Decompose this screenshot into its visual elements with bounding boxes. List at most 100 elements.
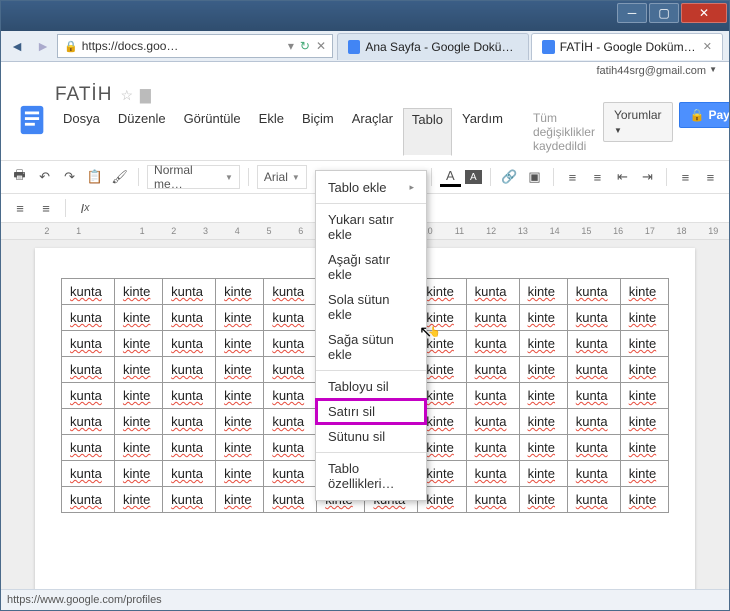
indent-icon[interactable]: ⇥ (637, 166, 658, 188)
table-cell[interactable]: kinte (519, 409, 567, 435)
table-cell[interactable]: kinte (620, 357, 668, 383)
table-cell[interactable]: kunta (264, 331, 317, 357)
menu-tablo[interactable]: Tablo (403, 108, 452, 156)
table-cell[interactable]: kunta (264, 461, 317, 487)
paint-format-icon[interactable]: 🖌 (109, 166, 130, 188)
stop-icon[interactable]: ✕ (316, 39, 326, 53)
table-cell[interactable]: kunta (163, 305, 216, 331)
folder-icon[interactable]: ▇ (140, 87, 152, 104)
table-cell[interactable]: kinte (620, 331, 668, 357)
table-cell[interactable]: kinte (519, 383, 567, 409)
table-cell[interactable]: kinte (620, 435, 668, 461)
user-email[interactable]: fatih44srg@gmail.com (596, 65, 706, 77)
table-cell[interactable]: kunta (62, 461, 115, 487)
menu-yukari-satir[interactable]: Yukarı satır ekle (316, 207, 426, 247)
menu-tabloyu-sil[interactable]: Tabloyu sil (316, 374, 426, 399)
table-cell[interactable]: kunta (264, 383, 317, 409)
align-justify-icon[interactable]: ≡ (675, 166, 696, 188)
table-cell[interactable]: kunta (567, 305, 620, 331)
table-cell[interactable]: kunta (264, 409, 317, 435)
table-cell[interactable]: kunta (466, 305, 519, 331)
table-cell[interactable]: kinte (620, 305, 668, 331)
redo-icon[interactable]: ↷ (59, 166, 80, 188)
window-minimize[interactable]: ─ (617, 3, 647, 23)
numbered-list-icon[interactable]: ≡ (562, 166, 583, 188)
table-cell[interactable]: kunta (466, 487, 519, 513)
table-cell[interactable]: kunta (163, 383, 216, 409)
table-cell[interactable]: kinte (216, 461, 264, 487)
table-cell[interactable]: kunta (264, 305, 317, 331)
table-cell[interactable]: kinte (216, 383, 264, 409)
table-cell[interactable]: kinte (216, 331, 264, 357)
table-cell[interactable]: kunta (567, 487, 620, 513)
menu-araclar[interactable]: Araçlar (344, 108, 401, 156)
table-cell[interactable]: kinte (114, 383, 162, 409)
align-left-icon[interactable]: ≡ (9, 197, 31, 219)
table-cell[interactable]: kinte (620, 383, 668, 409)
url-field[interactable]: 🔒 https://docs.goo… ▾ ↻ ✕ (57, 34, 333, 58)
table-cell[interactable]: kunta (264, 279, 317, 305)
clear-format-icon[interactable]: Ix (74, 197, 96, 219)
undo-icon[interactable]: ↶ (34, 166, 55, 188)
nav-back-icon[interactable]: ◄ (5, 34, 29, 58)
table-cell[interactable]: kunta (62, 305, 115, 331)
table-cell[interactable]: kunta (62, 435, 115, 461)
table-cell[interactable]: kunta (567, 357, 620, 383)
menu-sutunu-sil[interactable]: Sütunu sil (316, 424, 426, 449)
table-cell[interactable]: kinte (620, 409, 668, 435)
table-cell[interactable]: kunta (62, 357, 115, 383)
table-cell[interactable]: kunta (466, 357, 519, 383)
window-maximize[interactable]: ▢ (649, 3, 679, 23)
table-cell[interactable]: kunta (163, 357, 216, 383)
table-cell[interactable]: kinte (620, 487, 668, 513)
menu-asagi-satir[interactable]: Aşağı satır ekle (316, 247, 426, 287)
tab-close-icon[interactable]: ✕ (703, 40, 712, 53)
table-cell[interactable]: kunta (264, 435, 317, 461)
table-cell[interactable]: kinte (519, 357, 567, 383)
table-cell[interactable]: kinte (519, 461, 567, 487)
table-cell[interactable]: kunta (163, 461, 216, 487)
table-cell[interactable]: kunta (466, 331, 519, 357)
table-cell[interactable]: kinte (216, 305, 264, 331)
table-cell[interactable]: kunta (567, 331, 620, 357)
table-cell[interactable]: kunta (163, 409, 216, 435)
table-cell[interactable]: kunta (62, 279, 115, 305)
print-icon[interactable]: 🖶 (9, 166, 30, 188)
table-cell[interactable]: kunta (466, 461, 519, 487)
table-cell[interactable]: kinte (114, 279, 162, 305)
clipboard-icon[interactable]: 📋 (84, 166, 105, 188)
share-button[interactable]: 🔒Paylaş (679, 102, 729, 128)
menu-bicim[interactable]: Biçim (294, 108, 342, 156)
table-cell[interactable]: kunta (62, 487, 115, 513)
table-cell[interactable]: kunta (62, 383, 115, 409)
docs-logo-icon[interactable] (15, 102, 49, 138)
menu-goruntule[interactable]: Görüntüle (176, 108, 249, 156)
menu-satiri-sil[interactable]: Satırı sil (316, 399, 426, 424)
table-cell[interactable]: kunta (163, 279, 216, 305)
table-cell[interactable]: kinte (620, 279, 668, 305)
browser-tab[interactable]: Ana Sayfa - Google Dokümanlar (337, 33, 529, 60)
table-cell[interactable]: kinte (519, 331, 567, 357)
table-cell[interactable]: kinte (114, 357, 162, 383)
table-cell[interactable]: kinte (114, 409, 162, 435)
table-cell[interactable]: kunta (62, 409, 115, 435)
table-cell[interactable]: kinte (216, 279, 264, 305)
table-cell[interactable]: kinte (519, 305, 567, 331)
align-center-icon[interactable]: ≡ (35, 197, 57, 219)
outdent-icon[interactable]: ⇤ (612, 166, 633, 188)
line-spacing-icon[interactable]: ≡ (700, 166, 721, 188)
comments-button[interactable]: Yorumlar ▼ (603, 102, 673, 142)
table-cell[interactable]: kunta (264, 357, 317, 383)
document-title[interactable]: FATİH (55, 84, 112, 106)
star-icon[interactable]: ☆ (120, 87, 134, 104)
menu-ekle[interactable]: Ekle (251, 108, 292, 156)
menu-saga-sutun[interactable]: Sağa sütun ekle (316, 327, 426, 367)
refresh-icon[interactable]: ↻ (300, 39, 310, 53)
browser-tab-active[interactable]: FATİH - Google Dokümanlar ✕ (531, 33, 723, 60)
font-select[interactable]: Arial▼ (257, 165, 307, 189)
table-cell[interactable]: kunta (264, 487, 317, 513)
table-cell[interactable]: kunta (466, 435, 519, 461)
table-cell[interactable]: kinte (114, 331, 162, 357)
table-cell[interactable]: kunta (567, 279, 620, 305)
table-cell[interactable]: kunta (163, 331, 216, 357)
